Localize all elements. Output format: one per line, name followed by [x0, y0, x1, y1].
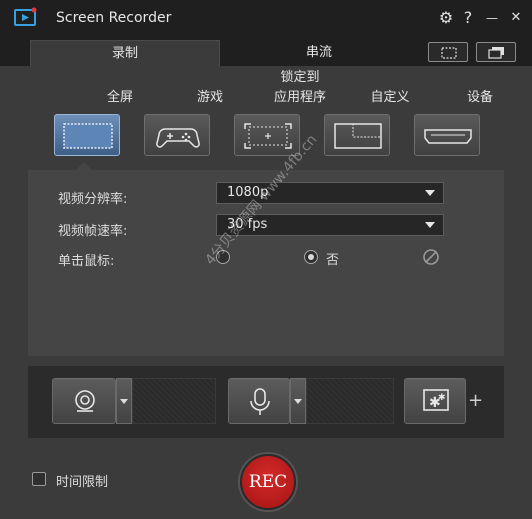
lock-to-app-icon	[244, 123, 292, 149]
help-button[interactable]: ?	[458, 8, 478, 28]
gamepad-icon	[156, 128, 200, 148]
mode-fullscreen-label-wrap: 全屏	[54, 88, 133, 108]
microphone-icon	[250, 388, 270, 415]
tab-stream[interactable]: 串流	[222, 40, 416, 66]
mouse-click-yes-radio[interactable]	[216, 250, 230, 264]
mouse-click-no-label: 否	[326, 253, 340, 268]
selected-mode-pointer	[76, 162, 92, 170]
chevron-down-icon	[425, 190, 435, 196]
effects-button[interactable]: ✱ ✱	[404, 378, 466, 424]
main-tab-bar: 录制 串流	[0, 38, 532, 66]
tab-record[interactable]: 录制	[30, 40, 220, 66]
svg-text:✱: ✱	[438, 393, 446, 403]
app-title: Screen Recorder	[56, 10, 172, 26]
mouse-click-no-radio[interactable]	[304, 250, 318, 264]
fullscreen-icon	[63, 123, 113, 149]
mouse-click-label: 单击鼠标:	[58, 254, 115, 269]
disabled-icon[interactable]	[422, 248, 440, 266]
webcam-dropdown-button[interactable]	[116, 378, 132, 424]
settings-gear-icon[interactable]: ⚙	[436, 8, 456, 28]
window-mode-button[interactable]	[476, 42, 516, 62]
mode-device-button[interactable]	[414, 114, 480, 156]
effects-icon: ✱ ✱	[423, 389, 449, 411]
resolution-label: 视频分辨率:	[58, 192, 128, 207]
screen-capture-icon	[441, 47, 457, 59]
mode-device-label: 设备	[466, 90, 493, 105]
mode-lock-app-label-wrap: 锁定到 应用程序	[234, 68, 326, 108]
framerate-value: 30 fps	[227, 217, 268, 232]
resolution-select[interactable]: 1080p	[216, 182, 444, 204]
resolution-value: 1080p	[227, 185, 269, 200]
framerate-select[interactable]: 30 fps	[216, 214, 444, 236]
device-strip: ✱ ✱ +	[28, 366, 504, 438]
settings-panel: 视频分辨率: 1080p 视频帧速率: 30 fps 单击鼠标: 否	[28, 170, 504, 356]
title-bar: Screen Recorder ⚙ ? — ✕	[0, 0, 532, 38]
hdmi-device-icon	[424, 129, 472, 144]
minimize-button[interactable]: —	[482, 8, 502, 28]
webcam-button[interactable]	[52, 378, 116, 424]
custom-region-icon	[334, 123, 382, 149]
webcam-icon	[75, 390, 95, 412]
chevron-down-icon	[425, 222, 435, 228]
windows-icon	[488, 47, 504, 59]
mode-game-label-wrap: 游戏	[144, 88, 223, 108]
microphone-level-preview	[306, 378, 394, 424]
mode-lock-app-label-line1: 锁定到	[280, 70, 320, 85]
mode-fullscreen-button[interactable]	[54, 114, 120, 156]
app-logo-icon	[14, 7, 37, 26]
mode-device-label-wrap: 设备	[414, 88, 493, 108]
mode-custom-label-wrap: 自定义	[324, 88, 409, 108]
mode-lock-app-button[interactable]	[234, 114, 300, 156]
time-limit-label: 时间限制	[56, 475, 109, 490]
framerate-label: 视频帧速率:	[58, 224, 128, 239]
add-effect-button[interactable]: +	[468, 390, 483, 411]
time-limit-checkbox[interactable]	[32, 472, 46, 486]
close-button[interactable]: ✕	[506, 8, 526, 28]
mode-custom-button[interactable]	[324, 114, 390, 156]
webcam-preview	[132, 378, 216, 424]
record-panel: 全屏 游戏 锁定到 应用程序 自定义 设备 视频分辨率: 1080p 视频帧速率…	[0, 66, 532, 519]
microphone-dropdown-button[interactable]	[290, 378, 306, 424]
screenshot-mode-button[interactable]	[428, 42, 468, 62]
microphone-button[interactable]	[228, 378, 290, 424]
record-button[interactable]: REC	[240, 454, 296, 510]
mode-game-button[interactable]	[144, 114, 210, 156]
